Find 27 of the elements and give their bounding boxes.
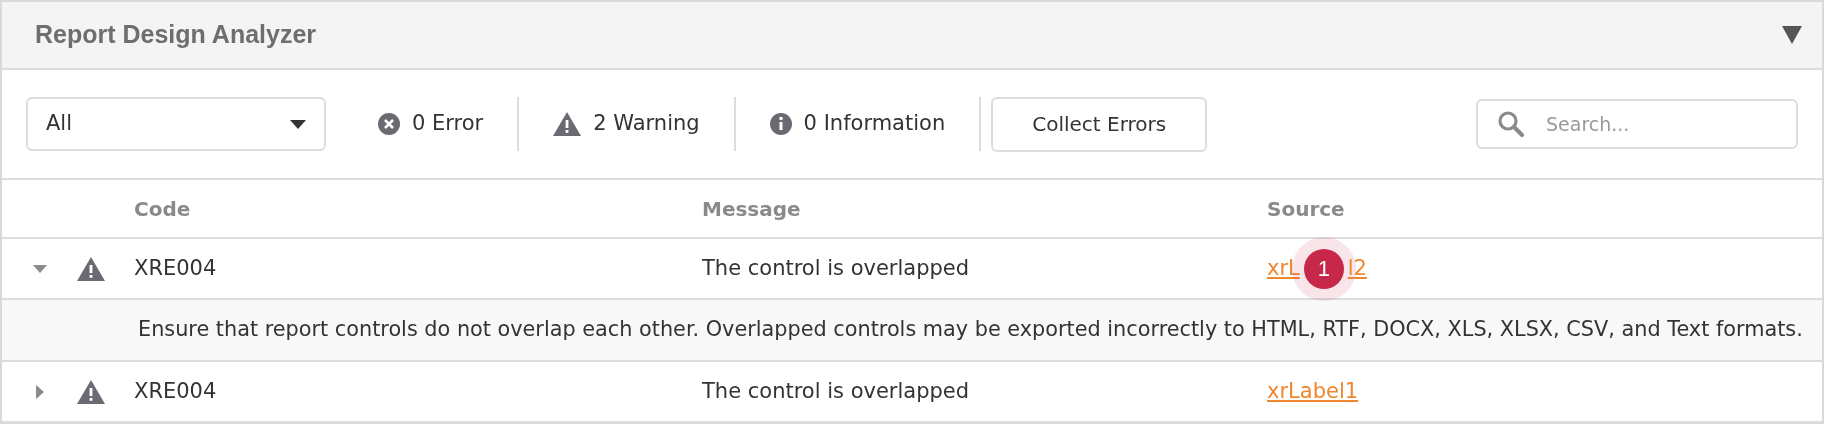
code-cell: XRE004: [134, 255, 217, 280]
source-link[interactable]: l2: [1347, 252, 1367, 285]
message-cell: The control is overlapped: [702, 255, 970, 280]
callout-badge: 1: [1303, 248, 1344, 289]
collapse-icon[interactable]: [1782, 26, 1802, 44]
warning-count: 2 Warning: [593, 110, 700, 138]
error-icon: [378, 113, 400, 135]
source-link[interactable]: xrLabel1: [1267, 375, 1359, 408]
information-count: 0 Information: [803, 110, 946, 138]
caret-icon: [290, 119, 306, 129]
warning-icon: [77, 379, 105, 404]
column-header: Source: [1267, 196, 1345, 221]
source-link[interactable]: xrL: [1267, 252, 1300, 285]
warning-icon: [77, 256, 105, 281]
column-header: Message: [702, 196, 801, 221]
message-cell: The control is overlapped: [702, 378, 970, 403]
collect-errors-button[interactable]: Collect Errors: [991, 96, 1208, 152]
column-header: Code: [134, 196, 191, 221]
panel-title: Report Design Analyzer: [35, 19, 317, 51]
warning-icon: [553, 112, 582, 136]
details-text: Ensure that report controls do not overlap each other. Overlapped controls may be exported incorrectly to HTML, RTF, DOCX, XLS, XLSX, CSV, and Text formats.: [138, 316, 1803, 344]
filter-dropdown[interactable]: All: [26, 97, 326, 151]
code-cell: XRE004: [134, 378, 217, 403]
info-icon: [769, 113, 792, 135]
search-icon: [1498, 111, 1524, 137]
search-field[interactable]: Search...: [1476, 99, 1798, 149]
error-count: 0 Error: [412, 110, 484, 138]
